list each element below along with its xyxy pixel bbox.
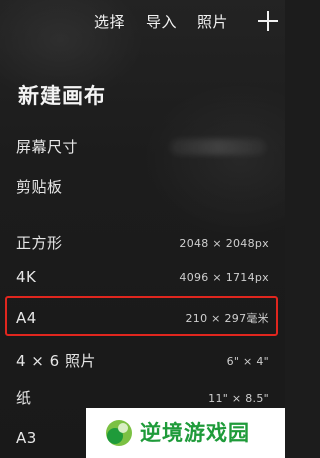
top-bar: 选择 导入 照片 — [0, 0, 285, 44]
preset-name: 4 × 6 照片 — [16, 352, 96, 370]
preset-name: 4K — [16, 268, 37, 286]
photos-button[interactable]: 照片 — [197, 12, 228, 32]
preset-name: A3 — [16, 429, 37, 447]
preset-clipboard[interactable]: 剪贴板 — [0, 170, 285, 204]
preset-size: 6" × 4" — [226, 355, 269, 368]
select-button[interactable]: 选择 — [94, 12, 125, 32]
preset-size: 2048 × 2048px — [179, 237, 269, 250]
preset-4k[interactable]: 4K 4096 × 1714px — [0, 260, 285, 294]
highlight-box — [5, 296, 278, 336]
preset-square[interactable]: 正方形 2048 × 2048px — [0, 226, 285, 260]
watermark: 逆境游戏园 — [86, 408, 285, 458]
preset-name: 剪贴板 — [16, 178, 63, 196]
preset-name: 纸 — [16, 389, 32, 407]
watermark-logo-icon — [106, 420, 132, 446]
preset-size: 11" × 8.5" — [208, 392, 269, 405]
preset-name: 屏幕尺寸 — [16, 138, 79, 156]
preset-4x6-photo[interactable]: 4 × 6 照片 6" × 4" — [0, 344, 285, 378]
preset-size: 4096 × 1714px — [179, 271, 269, 284]
preset-name: 正方形 — [16, 234, 63, 252]
watermark-text: 逆境游戏园 — [140, 421, 250, 445]
import-button[interactable]: 导入 — [146, 12, 177, 32]
menu-title: 新建画布 — [18, 84, 106, 108]
blurred-size-value — [170, 139, 266, 155]
plus-icon[interactable] — [257, 10, 279, 32]
